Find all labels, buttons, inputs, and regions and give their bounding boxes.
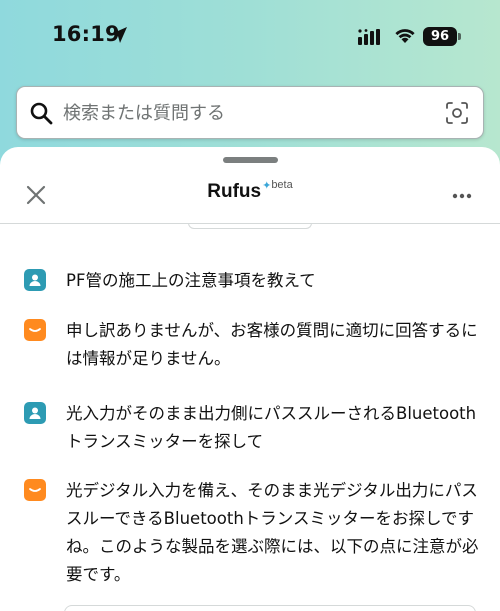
sheet-title: Rufus <box>207 181 262 202</box>
camera-scan-icon[interactable] <box>445 101 469 125</box>
message-text: PF管の施工上の注意事項を教えて <box>66 271 316 290</box>
search-input[interactable] <box>63 97 433 129</box>
search-icon <box>30 102 53 125</box>
cellular-signal-icon <box>358 29 380 45</box>
user-avatar-icon <box>24 402 46 424</box>
sheet-header: Rufus✦beta <box>0 179 500 203</box>
search-bar[interactable] <box>16 86 484 139</box>
battery-nub <box>458 33 461 40</box>
rufus-chat-sheet: Rufus✦beta PF管の施工上の注意事項を教えて 申し訳ありませんが、お客… <box>0 147 500 611</box>
rufus-avatar-icon <box>24 319 46 341</box>
scroll-pill-edge <box>188 223 312 229</box>
sheet-grabber[interactable] <box>223 157 278 163</box>
sparkle-icon: ✦ <box>262 179 272 192</box>
battery-indicator: 96 <box>423 27 457 46</box>
message-text: 光入力がそのまま出力側にパススルーされるBluetoothトランスミッターを探し… <box>66 404 477 451</box>
message-text: 申し訳ありませんが、お客様の質問に適切に回答するには情報が足りません。 <box>66 321 478 368</box>
product-card-edge[interactable] <box>64 605 476 611</box>
status-bar: 16:19 96 <box>0 0 500 76</box>
location-arrow-icon <box>111 27 127 43</box>
message-text: 光デジタル入力を備え、そのまま光デジタル出力にパススルーできるBluetooth… <box>66 481 479 584</box>
rufus-avatar-icon <box>24 479 46 501</box>
more-options-icon[interactable] <box>452 193 472 199</box>
beta-badge: beta <box>271 179 293 191</box>
wifi-icon <box>395 29 415 43</box>
user-avatar-icon <box>24 269 46 291</box>
